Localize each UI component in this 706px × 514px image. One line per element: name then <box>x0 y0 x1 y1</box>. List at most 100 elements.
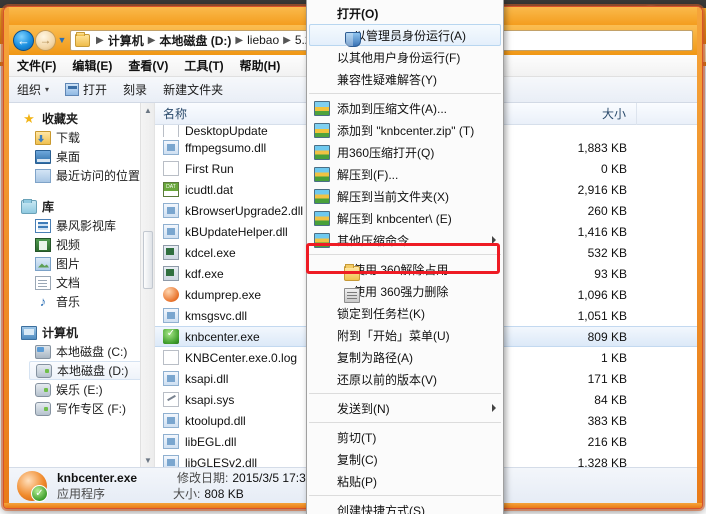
menu-tools[interactable]: 工具(T) <box>184 57 223 74</box>
ctx-label: 发送到(N) <box>337 401 390 416</box>
ctx-other-archive-commands[interactable]: 其他压缩命令 <box>307 229 503 251</box>
sidebar-item-recent-places[interactable]: 最近访问的位置 <box>9 166 154 185</box>
sidebar-label: 本地磁盘 (D:) <box>57 364 129 378</box>
ctx-extract-to[interactable]: 解压到(F)... <box>307 163 503 185</box>
sidebar-label: 娱乐 (E:) <box>56 383 103 397</box>
menu-file[interactable]: 文件(F) <box>17 57 56 74</box>
blank-file-icon <box>163 350 179 365</box>
ctx-add-to-archive[interactable]: 添加到压缩文件(A)... <box>307 97 503 119</box>
sidebar-label: 计算机 <box>42 326 79 340</box>
archive-icon <box>314 189 330 204</box>
menu-view[interactable]: 查看(V) <box>128 57 168 74</box>
details-text-block: knbcenter.exe 修改日期: 2015/3/5 17:31 应用程序 … <box>57 470 312 502</box>
shield-exe-icon <box>163 329 179 344</box>
scroll-up-icon[interactable]: ▲ <box>141 103 154 117</box>
new-folder-button[interactable]: 新建文件夹 <box>163 81 223 98</box>
navigation-pane-scrollbar[interactable]: ▲ ▼ <box>140 103 154 467</box>
ctx-run-as-other-user[interactable]: 以其他用户身份运行(F) <box>307 46 503 68</box>
blank-file-icon <box>163 161 179 176</box>
ctx-360-release-lock[interactable]: 使用 360解除占用 <box>307 258 503 281</box>
menu-edit[interactable]: 编辑(E) <box>72 57 112 74</box>
details-date-label: 修改日期: <box>177 471 229 485</box>
file-icon <box>163 125 179 137</box>
ctx-label: 附到「开始」菜单(U) <box>337 328 450 343</box>
file-size-cell: 1,883 KB <box>577 140 627 155</box>
nav-group-libraries: 库 暴风影视库 视频 图片 文档 ♪ 音乐 <box>9 197 154 311</box>
library-icon <box>21 198 37 214</box>
sidebar-label: 视频 <box>56 238 81 252</box>
sidebar-label: 写作专区 (F:) <box>56 402 126 416</box>
open-icon <box>65 83 80 96</box>
organize-button[interactable]: 组织 ▾ <box>17 81 49 98</box>
sidebar-item-drive-e[interactable]: 娱乐 (E:) <box>9 380 154 399</box>
ctx-create-shortcut[interactable]: 创建快捷方式(S) <box>307 499 503 514</box>
file-size-cell: 84 KB <box>594 392 627 407</box>
breadcrumb-separator: ▶ <box>147 34 156 46</box>
ctx-add-to-knbcenter-zip[interactable]: 添加到 "knbcenter.zip" (T) <box>307 119 503 141</box>
menu-help[interactable]: 帮助(H) <box>240 57 281 74</box>
ctx-compatibility-troubleshoot[interactable]: 兼容性疑难解答(Y) <box>307 68 503 90</box>
open-button[interactable]: 打开 <box>65 81 107 98</box>
burn-button[interactable]: 刻录 <box>123 81 147 98</box>
dll-icon <box>163 224 179 239</box>
ctx-paste[interactable]: 粘贴(P) <box>307 470 503 492</box>
navigation-pane: ★ 收藏夹 下载 桌面 最近访问的位置 库 暴风影视库 视频 图片 文档 ♪ 音… <box>9 103 155 467</box>
file-name: ktoolupd.dll <box>185 413 246 428</box>
sidebar-item-pictures[interactable]: 图片 <box>9 254 154 273</box>
ctx-label: 解压到 knbcenter\ (E) <box>337 211 452 226</box>
ctx-label: 粘贴(P) <box>337 474 377 489</box>
scroll-down-icon[interactable]: ▼ <box>141 453 154 467</box>
drive-icon <box>35 382 51 397</box>
exe-icon <box>163 245 179 260</box>
sidebar-item-drive-f[interactable]: 写作专区 (F:) <box>9 399 154 418</box>
sidebar-item-baofeng-library[interactable]: 暴风影视库 <box>9 216 154 235</box>
sidebar-item-libraries[interactable]: 库 <box>9 197 154 216</box>
breadcrumb-item-1[interactable]: 本地磁盘 (D:) <box>159 32 231 49</box>
ctx-copy[interactable]: 复制(C) <box>307 448 503 470</box>
sidebar-item-videos[interactable]: 视频 <box>9 235 154 254</box>
sidebar-item-music[interactable]: ♪ 音乐 <box>9 292 154 311</box>
breadcrumb-item-2[interactable]: liebao <box>247 33 279 47</box>
open-label: 打开 <box>83 83 108 97</box>
scrollbar-thumb[interactable] <box>143 231 153 289</box>
breadcrumb-separator: ▶ <box>96 34 104 46</box>
dll-icon <box>163 413 179 428</box>
chevron-down-icon[interactable]: ▼ <box>56 30 68 51</box>
back-arrow-icon[interactable]: ← <box>13 29 34 51</box>
ctx-open-with-360zip[interactable]: 用360压缩打开(Q) <box>307 141 503 163</box>
archive-icon <box>314 101 330 116</box>
ctx-cut[interactable]: 剪切(T) <box>307 426 503 448</box>
ctx-run-as-admin[interactable]: 以管理员身份运行(A) <box>309 24 501 47</box>
file-size-cell: 532 KB <box>587 245 627 260</box>
dat-icon <box>163 182 179 197</box>
ctx-pin-to-taskbar[interactable]: 锁定到任务栏(K) <box>307 302 503 324</box>
file-size-cell: 216 KB <box>587 434 627 449</box>
file-size-cell: 1 KB <box>600 350 627 365</box>
sidebar-item-desktop[interactable]: 桌面 <box>9 147 154 166</box>
submenu-arrow-icon <box>492 236 496 244</box>
sidebar-item-favorites[interactable]: ★ 收藏夹 <box>9 109 154 128</box>
file-size-cell: 1,051 KB <box>577 308 627 323</box>
ctx-label: 添加到压缩文件(A)... <box>337 101 447 116</box>
folder-unlock-icon <box>344 263 360 281</box>
sidebar-item-downloads[interactable]: 下载 <box>9 128 154 147</box>
ctx-extract-to-folder[interactable]: 解压到 knbcenter\ (E) <box>307 207 503 229</box>
forward-arrow-icon[interactable]: → <box>35 29 56 51</box>
breadcrumb-item-0[interactable]: 计算机 <box>108 32 144 49</box>
sidebar-item-computer[interactable]: 计算机 <box>9 323 154 342</box>
ctx-restore-previous-versions[interactable]: 还原以前的版本(V) <box>307 368 503 390</box>
sidebar-item-drive-c[interactable]: 本地磁盘 (C:) <box>9 342 154 361</box>
ctx-open[interactable]: 打开(O) <box>307 2 503 24</box>
ctx-pin-to-start[interactable]: 附到「开始」菜单(U) <box>307 324 503 346</box>
ctx-copy-as-path[interactable]: 复制为路径(A) <box>307 346 503 368</box>
menu-separator <box>309 422 501 423</box>
sidebar-item-documents[interactable]: 文档 <box>9 273 154 292</box>
folder-icon <box>75 31 90 47</box>
ctx-360-force-delete[interactable]: 使用 360强力删除 <box>307 280 503 303</box>
ctx-send-to[interactable]: 发送到(N) <box>307 397 503 419</box>
ctx-extract-here[interactable]: 解压到当前文件夹(X) <box>307 185 503 207</box>
ctx-label: 以其他用户身份运行(F) <box>337 50 461 65</box>
file-size-cell: 1,328 KB <box>577 455 627 468</box>
sidebar-item-drive-d[interactable]: 本地磁盘 (D:) <box>29 361 150 380</box>
